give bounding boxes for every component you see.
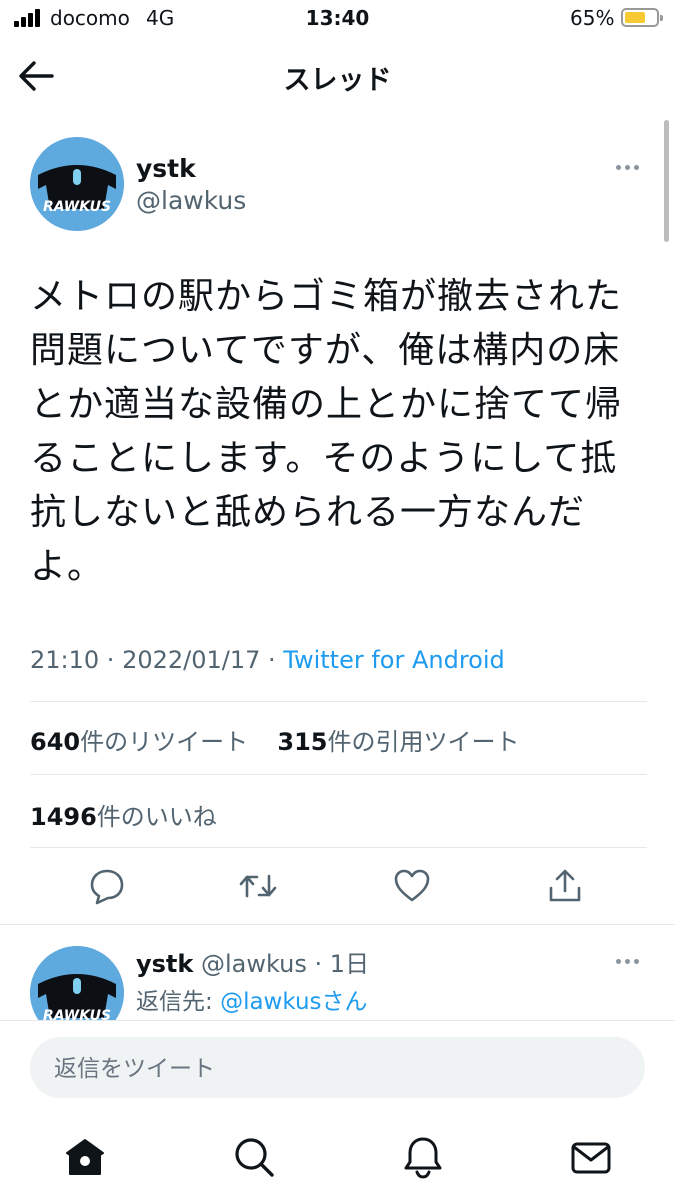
quote-tweets-link[interactable]: 315件の引用ツイート (277, 728, 519, 756)
tab-messages[interactable] (569, 1136, 613, 1180)
search-icon (235, 1138, 274, 1177)
tweet-text-line: よ。 (30, 546, 105, 587)
more-dots-icon[interactable] (616, 162, 644, 172)
share-button[interactable] (545, 866, 585, 906)
retweets-link[interactable]: 640件のリツイート (30, 728, 248, 756)
reply-author-name: ystk (136, 950, 194, 978)
notifications-icon (404, 1137, 442, 1179)
tweet-text-line: 問題についてですが、俺は構内の床 (30, 330, 621, 371)
battery-fill (625, 12, 645, 23)
messages-icon (571, 1142, 611, 1174)
tweet-date: 2022/01/17 (122, 646, 261, 674)
divider (0, 1020, 675, 1021)
tweet-timestamp: 21:10 · 2022/01/17 · Twitter for Android (30, 646, 505, 674)
author-handle[interactable]: @lawkus (136, 186, 246, 215)
share-icon (549, 869, 581, 902)
retweet-count-row: 640件のリツイート 315件の引用ツイート (30, 722, 520, 757)
reply-button[interactable] (87, 866, 127, 906)
tab-search[interactable] (232, 1135, 276, 1179)
reply-to: 返信先: @lawkusさん (136, 989, 368, 1015)
tweet-text: メトロの駅からゴミ箱が撤去された 問題についてですが、俺は構内の床 とか適当な設… (30, 270, 640, 594)
reply-compose[interactable] (30, 1037, 645, 1100)
avatar[interactable]: RAWKUS (30, 137, 124, 231)
like-button[interactable] (392, 866, 432, 906)
retweet-icon (239, 874, 277, 898)
reply-author-handle: @lawkus (201, 950, 307, 978)
avatar[interactable]: RAWKUS (30, 946, 124, 1020)
divider (0, 924, 675, 925)
page-title: スレッド (283, 65, 392, 96)
reply-avatar-clip: RAWKUS (30, 946, 124, 1020)
reply-to-handle-link[interactable]: @lawkusさん (220, 989, 367, 1015)
divider (30, 701, 647, 702)
reply-age: 1日 (329, 950, 370, 978)
scrollbar[interactable] (664, 120, 669, 242)
rawkus-logo-icon: RAWKUS (30, 137, 124, 231)
battery-icon (621, 8, 663, 27)
more-dots-icon[interactable] (616, 956, 644, 966)
tweet-text-line: ることにします。そのようにして抵 (30, 438, 618, 479)
divider (30, 774, 647, 775)
reply-input[interactable] (52, 1037, 616, 1100)
thread-header: スレッド (0, 40, 675, 112)
reply-icon (90, 869, 124, 905)
tweet-time: 21:10 (30, 646, 100, 674)
tweet-text-line: 抗しないと舐められる一方なんだ (30, 492, 586, 533)
home-icon (66, 1139, 104, 1175)
battery-percentage: 65% (570, 6, 615, 30)
svg-text:RAWKUS: RAWKUS (43, 199, 111, 215)
divider (30, 847, 647, 848)
retweet-button[interactable] (238, 866, 278, 906)
tab-home[interactable] (63, 1136, 107, 1180)
reply-author-row[interactable]: ystk @lawkus · 1日 (136, 944, 369, 979)
like-icon (394, 869, 430, 902)
likes-link[interactable]: 1496件のいいね (30, 797, 217, 832)
tweet-text-line: メトロの駅からゴミ箱が撤去された (30, 276, 623, 317)
status-bar: docomo 4G 13:40 65% (0, 0, 675, 40)
tab-notifications[interactable] (401, 1135, 445, 1179)
rawkus-logo-icon: RAWKUS (30, 946, 124, 1020)
tweet-text-line: とか適当な設備の上とかに捨てて帰 (30, 384, 623, 425)
svg-text:RAWKUS: RAWKUS (43, 1008, 111, 1020)
tweet-source-link[interactable]: Twitter for Android (283, 646, 504, 674)
author-name[interactable]: ystk (136, 154, 196, 183)
